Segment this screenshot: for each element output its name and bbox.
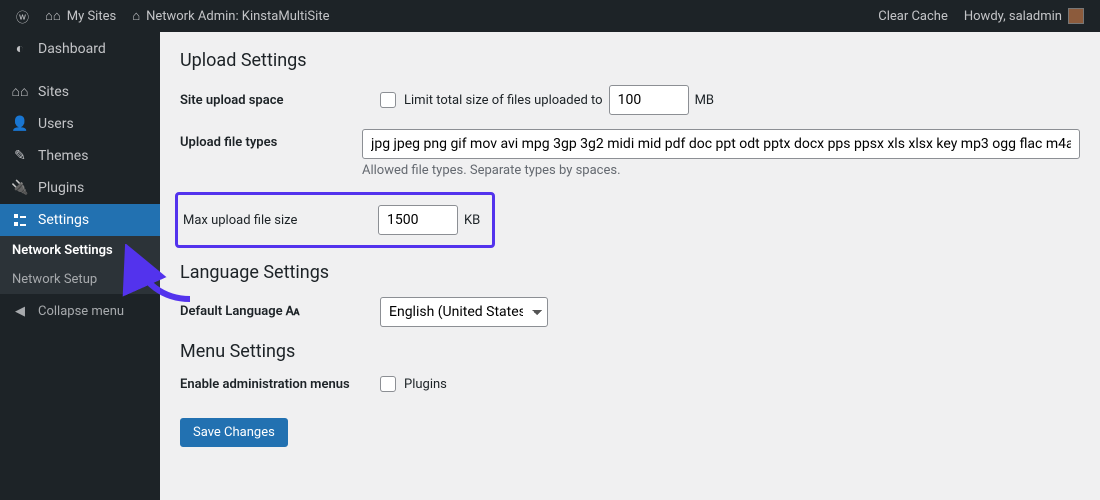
menu-users-label: Users (38, 116, 74, 132)
settings-icon (10, 212, 30, 228)
wordpress-icon: ⓦ (16, 7, 29, 26)
max-upload-label: Max upload file size (178, 213, 378, 228)
site-upload-space-label: Site upload space (180, 93, 380, 108)
themes-icon: ✎ (10, 148, 30, 164)
save-changes-button[interactable]: Save Changes (180, 418, 288, 447)
limit-total-label: Limit total size of files uploaded to (404, 93, 603, 108)
howdy-account[interactable]: Howdy, saladmin (956, 0, 1092, 32)
collapse-menu[interactable]: ◀ Collapse menu (0, 294, 160, 329)
admin-bar: ⓦ ⌂⌂ My Sites ⌂ Network Admin: KinstaMulti… (0, 0, 1100, 32)
my-sites-link[interactable]: ⌂⌂ My Sites (37, 0, 124, 32)
network-admin-link[interactable]: ⌂ Network Admin: KinstaMultiSite (124, 0, 337, 32)
limit-total-input[interactable] (609, 85, 689, 115)
menu-plugins[interactable]: 🔌 Plugins (0, 172, 160, 204)
collapse-icon: ◀ (10, 304, 30, 319)
content-area: Upload Settings Site upload space Limit … (160, 32, 1100, 500)
menu-plugins-label: Plugins (38, 180, 84, 196)
menu-settings-label: Settings (38, 212, 89, 228)
menu-sites[interactable]: ⌂⌂ Sites (0, 75, 160, 108)
upload-settings-heading: Upload Settings (180, 50, 1080, 71)
upload-file-types-row: Upload file types Allowed file types. Se… (180, 129, 1080, 178)
submenu-network-settings-label: Network Settings (12, 243, 113, 258)
clear-cache-link[interactable]: Clear Cache (870, 0, 956, 32)
avatar (1068, 8, 1084, 24)
sites-icon: ⌂⌂ (10, 83, 30, 100)
submenu-network-settings[interactable]: Network Settings (0, 236, 160, 265)
howdy-label: Howdy, saladmin (964, 9, 1062, 24)
submenu-network-setup[interactable]: Network Setup (0, 265, 160, 294)
max-upload-unit: KB (464, 213, 480, 228)
upload-file-types-help: Allowed file types. Separate types by sp… (362, 163, 1080, 178)
menu-themes-label: Themes (38, 148, 88, 164)
my-sites-label: My Sites (67, 9, 116, 24)
default-language-label: Default Language 🗛 (180, 304, 380, 319)
limit-total-checkbox[interactable] (380, 92, 396, 108)
plugins-checkbox-label: Plugins (404, 377, 447, 392)
sites-icon: ⌂⌂ (45, 8, 61, 24)
wp-logo[interactable]: ⓦ (8, 0, 37, 32)
enable-admin-menus-row: Enable administration menus Plugins (180, 376, 1080, 392)
limit-total-unit: MB (695, 93, 714, 108)
clear-cache-label: Clear Cache (878, 9, 948, 24)
collapse-label: Collapse menu (38, 304, 124, 319)
menu-dashboard[interactable]: ◐ Dashboard (0, 32, 160, 65)
default-language-row: Default Language 🗛 English (United State… (180, 297, 1080, 327)
language-settings-heading: Language Settings (180, 262, 1080, 283)
users-icon: 👤 (10, 116, 30, 132)
menu-settings[interactable]: Settings (0, 204, 160, 236)
menu-users[interactable]: 👤 Users (0, 108, 160, 140)
menu-sites-label: Sites (38, 84, 69, 100)
network-admin-label: Network Admin: KinstaMultiSite (146, 9, 329, 24)
plugins-checkbox[interactable] (380, 376, 396, 392)
default-language-select[interactable]: English (United States) (380, 297, 548, 327)
site-upload-space-row: Site upload space Limit total size of fi… (180, 85, 1080, 115)
dashboard-icon: ◐ (10, 40, 30, 57)
upload-file-types-label: Upload file types (180, 129, 362, 150)
max-upload-highlight-box: Max upload file size KB (175, 192, 495, 248)
enable-admin-menus-label: Enable administration menus (180, 377, 380, 392)
translate-icon: 🗛 (286, 305, 300, 319)
menu-themes[interactable]: ✎ Themes (0, 140, 160, 172)
home-icon: ⌂ (132, 8, 140, 24)
upload-file-types-input[interactable] (362, 129, 1080, 159)
submenu-network-setup-label: Network Setup (12, 272, 97, 287)
menu-dashboard-label: Dashboard (38, 41, 106, 57)
admin-sidebar: ◐ Dashboard ⌂⌂ Sites 👤 Users ✎ Themes 🔌 Plugi… (0, 32, 160, 500)
plugins-icon: 🔌 (10, 180, 30, 196)
menu-settings-heading: Menu Settings (180, 341, 1080, 362)
max-upload-input[interactable] (378, 205, 458, 235)
